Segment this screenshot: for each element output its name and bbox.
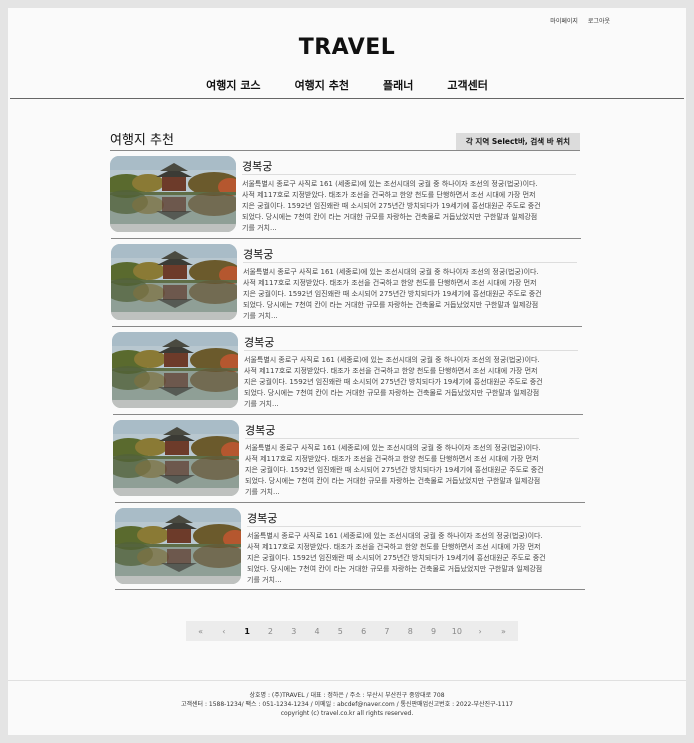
site-logo[interactable]: TRAVEL (8, 35, 686, 60)
destination-card[interactable]: 경복궁 서울특별시 종로구 사직로 161 (세종로)에 있는 조선시대의 궁궐… (111, 238, 581, 326)
destination-description: 서울특별시 종로구 사직로 161 (세종로)에 있는 조선시대의 궁궐 중 하… (247, 532, 546, 584)
page-button-7[interactable]: 7 (375, 627, 398, 636)
region-select-search-bar[interactable]: 각 지역 Select바, 검색 바 위치 (456, 133, 580, 150)
footer-copyright: copyright (c) travel.co.kr all rights re… (280, 710, 414, 717)
destination-card[interactable]: 경복궁 서울특별시 종로구 사직로 161 (세종로)에 있는 조선시대의 궁궐… (115, 502, 585, 590)
main-nav: 여행지 코스 여행지 추천 플래너 고객센터 (8, 77, 686, 93)
nav-travel-course[interactable]: 여행지 코스 (206, 77, 260, 93)
nav-travel-recommend[interactable]: 여행지 추천 (295, 77, 349, 93)
destination-title[interactable]: 경복궁 (243, 246, 273, 262)
footer-company-info: 상호명 : (주)TRAVEL / 대표 : 정하은 / 주소 : 부산시 부산… (249, 692, 445, 699)
destination-photo[interactable] (110, 156, 236, 232)
page: 마이페이지 로그아웃 TRAVEL 여행지 코스 여행지 추천 플래너 고객센터… (8, 8, 686, 735)
card-top-rule (110, 150, 580, 151)
card-title-divider (243, 262, 577, 263)
card-title-divider (247, 526, 581, 527)
nav-customer-center[interactable]: 고객센터 (447, 77, 487, 93)
destination-photo[interactable] (111, 244, 237, 320)
card-top-rule (111, 238, 581, 239)
page-button-3[interactable]: 3 (282, 627, 305, 636)
destination-card[interactable]: 경복궁 서울특별시 종로구 사직로 161 (세종로)에 있는 조선시대의 궁궐… (113, 414, 583, 502)
nav-planner[interactable]: 플래너 (383, 77, 413, 93)
prev-page-button[interactable]: ‹ (212, 627, 235, 636)
footer-contact-info: 고객센터 : 1588-1234/ 팩스 : 051-1234-1234 / 이… (180, 701, 514, 708)
card-title-divider (244, 350, 578, 351)
page-button-10[interactable]: 10 (445, 627, 468, 636)
card-title-divider (242, 174, 576, 175)
nav-divider (10, 98, 684, 99)
page-button-4[interactable]: 4 (305, 627, 328, 636)
destination-photo[interactable] (112, 332, 238, 408)
page-button-1[interactable]: 1 (236, 627, 259, 636)
footer-divider (8, 680, 686, 681)
page-button-5[interactable]: 5 (329, 627, 352, 636)
next-page-button[interactable]: › (468, 627, 491, 636)
card-title-divider (245, 438, 579, 439)
destination-photo[interactable] (113, 420, 239, 496)
destination-description: 서울특별시 종로구 사직로 161 (세종로)에 있는 조선시대의 궁궐 중 하… (245, 444, 544, 496)
card-bottom-rule (115, 589, 585, 590)
destination-card[interactable]: 경복궁 서울특별시 종로구 사직로 161 (세종로)에 있는 조선시대의 궁궐… (110, 150, 580, 238)
destination-photo[interactable] (115, 508, 241, 584)
destination-title[interactable]: 경복궁 (242, 158, 272, 174)
destination-description: 서울특별시 종로구 사직로 161 (세종로)에 있는 조선시대의 궁궐 중 하… (242, 180, 541, 232)
page-button-2[interactable]: 2 (259, 627, 282, 636)
logout-link[interactable]: 로그아웃 (588, 16, 610, 25)
first-page-button[interactable]: « (189, 627, 212, 636)
footer: 상호명 : (주)TRAVEL / 대표 : 정하은 / 주소 : 부산시 부산… (8, 691, 686, 718)
page-button-9[interactable]: 9 (422, 627, 445, 636)
mypage-link[interactable]: 마이페이지 (550, 16, 578, 25)
page-button-8[interactable]: 8 (399, 627, 422, 636)
page-button-6[interactable]: 6 (352, 627, 375, 636)
pagination: « ‹ 1 2 3 4 5 6 7 8 9 10 › » (186, 621, 518, 641)
top-links: 마이페이지 로그아웃 (550, 16, 610, 25)
destination-title[interactable]: 경복궁 (244, 334, 274, 350)
card-top-rule (112, 326, 582, 327)
destination-card[interactable]: 경복궁 서울특별시 종로구 사직로 161 (세종로)에 있는 조선시대의 궁궐… (112, 326, 582, 414)
destination-description: 서울특별시 종로구 사직로 161 (세종로)에 있는 조선시대의 궁궐 중 하… (243, 268, 542, 320)
page-title: 여행지 추천 (110, 133, 174, 148)
card-top-rule (115, 502, 585, 503)
destination-title[interactable]: 경복궁 (247, 510, 277, 526)
last-page-button[interactable]: » (492, 627, 515, 636)
destination-title[interactable]: 경복궁 (245, 422, 275, 438)
card-top-rule (113, 414, 583, 415)
destination-description: 서울특별시 종로구 사직로 161 (세종로)에 있는 조선시대의 궁궐 중 하… (244, 356, 543, 408)
